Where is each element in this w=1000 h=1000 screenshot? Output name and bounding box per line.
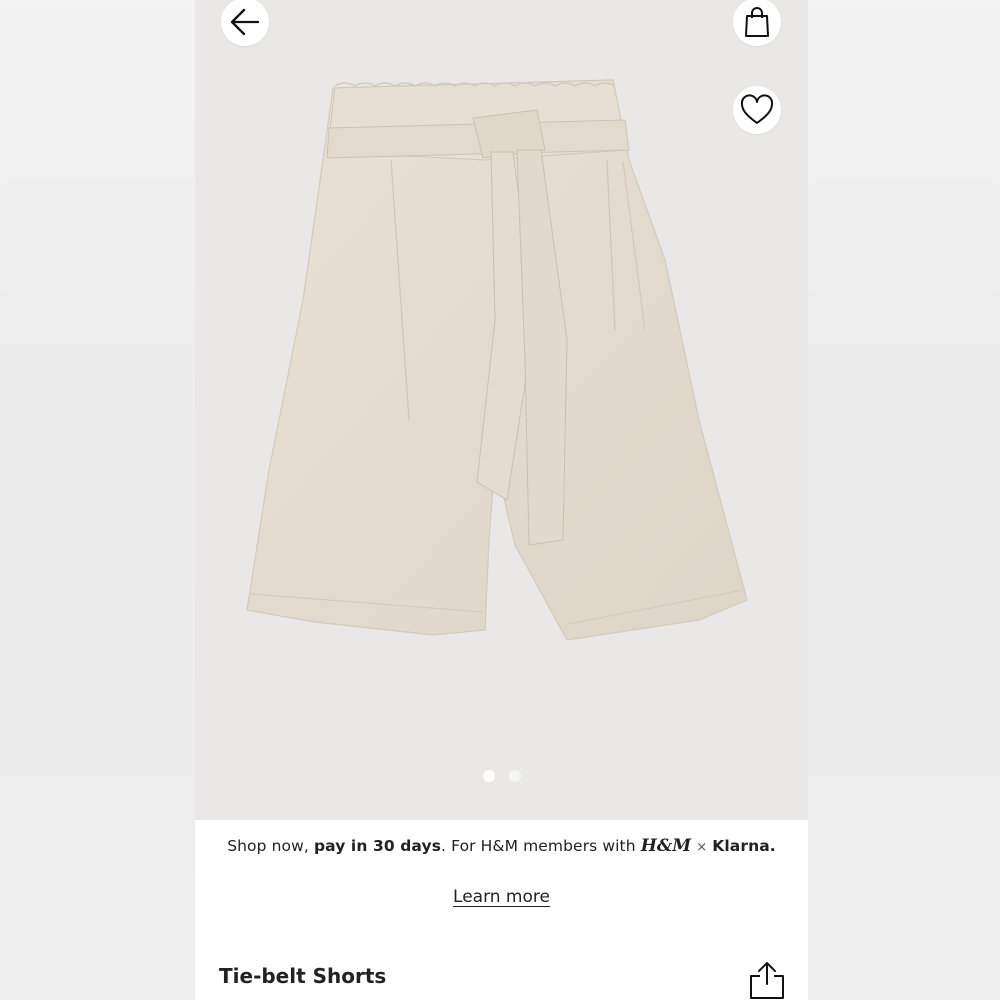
klarna-logo: Klarna. xyxy=(712,837,776,855)
background-right xyxy=(808,0,1000,1000)
learn-more-container: Learn more xyxy=(195,887,808,907)
shopping-bag-icon xyxy=(745,7,769,37)
klarna-promo-text: Shop now, pay in 30 days. For H&M member… xyxy=(227,836,776,856)
times-sign: × xyxy=(696,840,708,855)
product-title: Tie-belt Shorts xyxy=(219,964,387,988)
hm-logo: H&M xyxy=(640,836,692,856)
background-left xyxy=(0,0,195,1000)
gallery-pagination xyxy=(195,770,808,782)
back-button[interactable] xyxy=(221,0,269,46)
favorite-button[interactable] xyxy=(733,86,781,134)
arrow-left-icon xyxy=(230,8,260,36)
product-screen: Shop now, pay in 30 days. For H&M member… xyxy=(195,0,808,1000)
pagination-dot[interactable] xyxy=(508,770,521,782)
share-button[interactable] xyxy=(747,960,787,1000)
share-icon xyxy=(750,962,784,999)
learn-more-link[interactable]: Learn more xyxy=(453,887,550,907)
pagination-dot-active[interactable] xyxy=(482,770,495,782)
product-image xyxy=(246,79,748,641)
product-image-gallery[interactable] xyxy=(195,0,808,820)
shopping-bag-button[interactable] xyxy=(733,0,781,46)
promo-bold-text: pay in 30 days xyxy=(313,837,442,855)
heart-icon xyxy=(740,94,774,124)
